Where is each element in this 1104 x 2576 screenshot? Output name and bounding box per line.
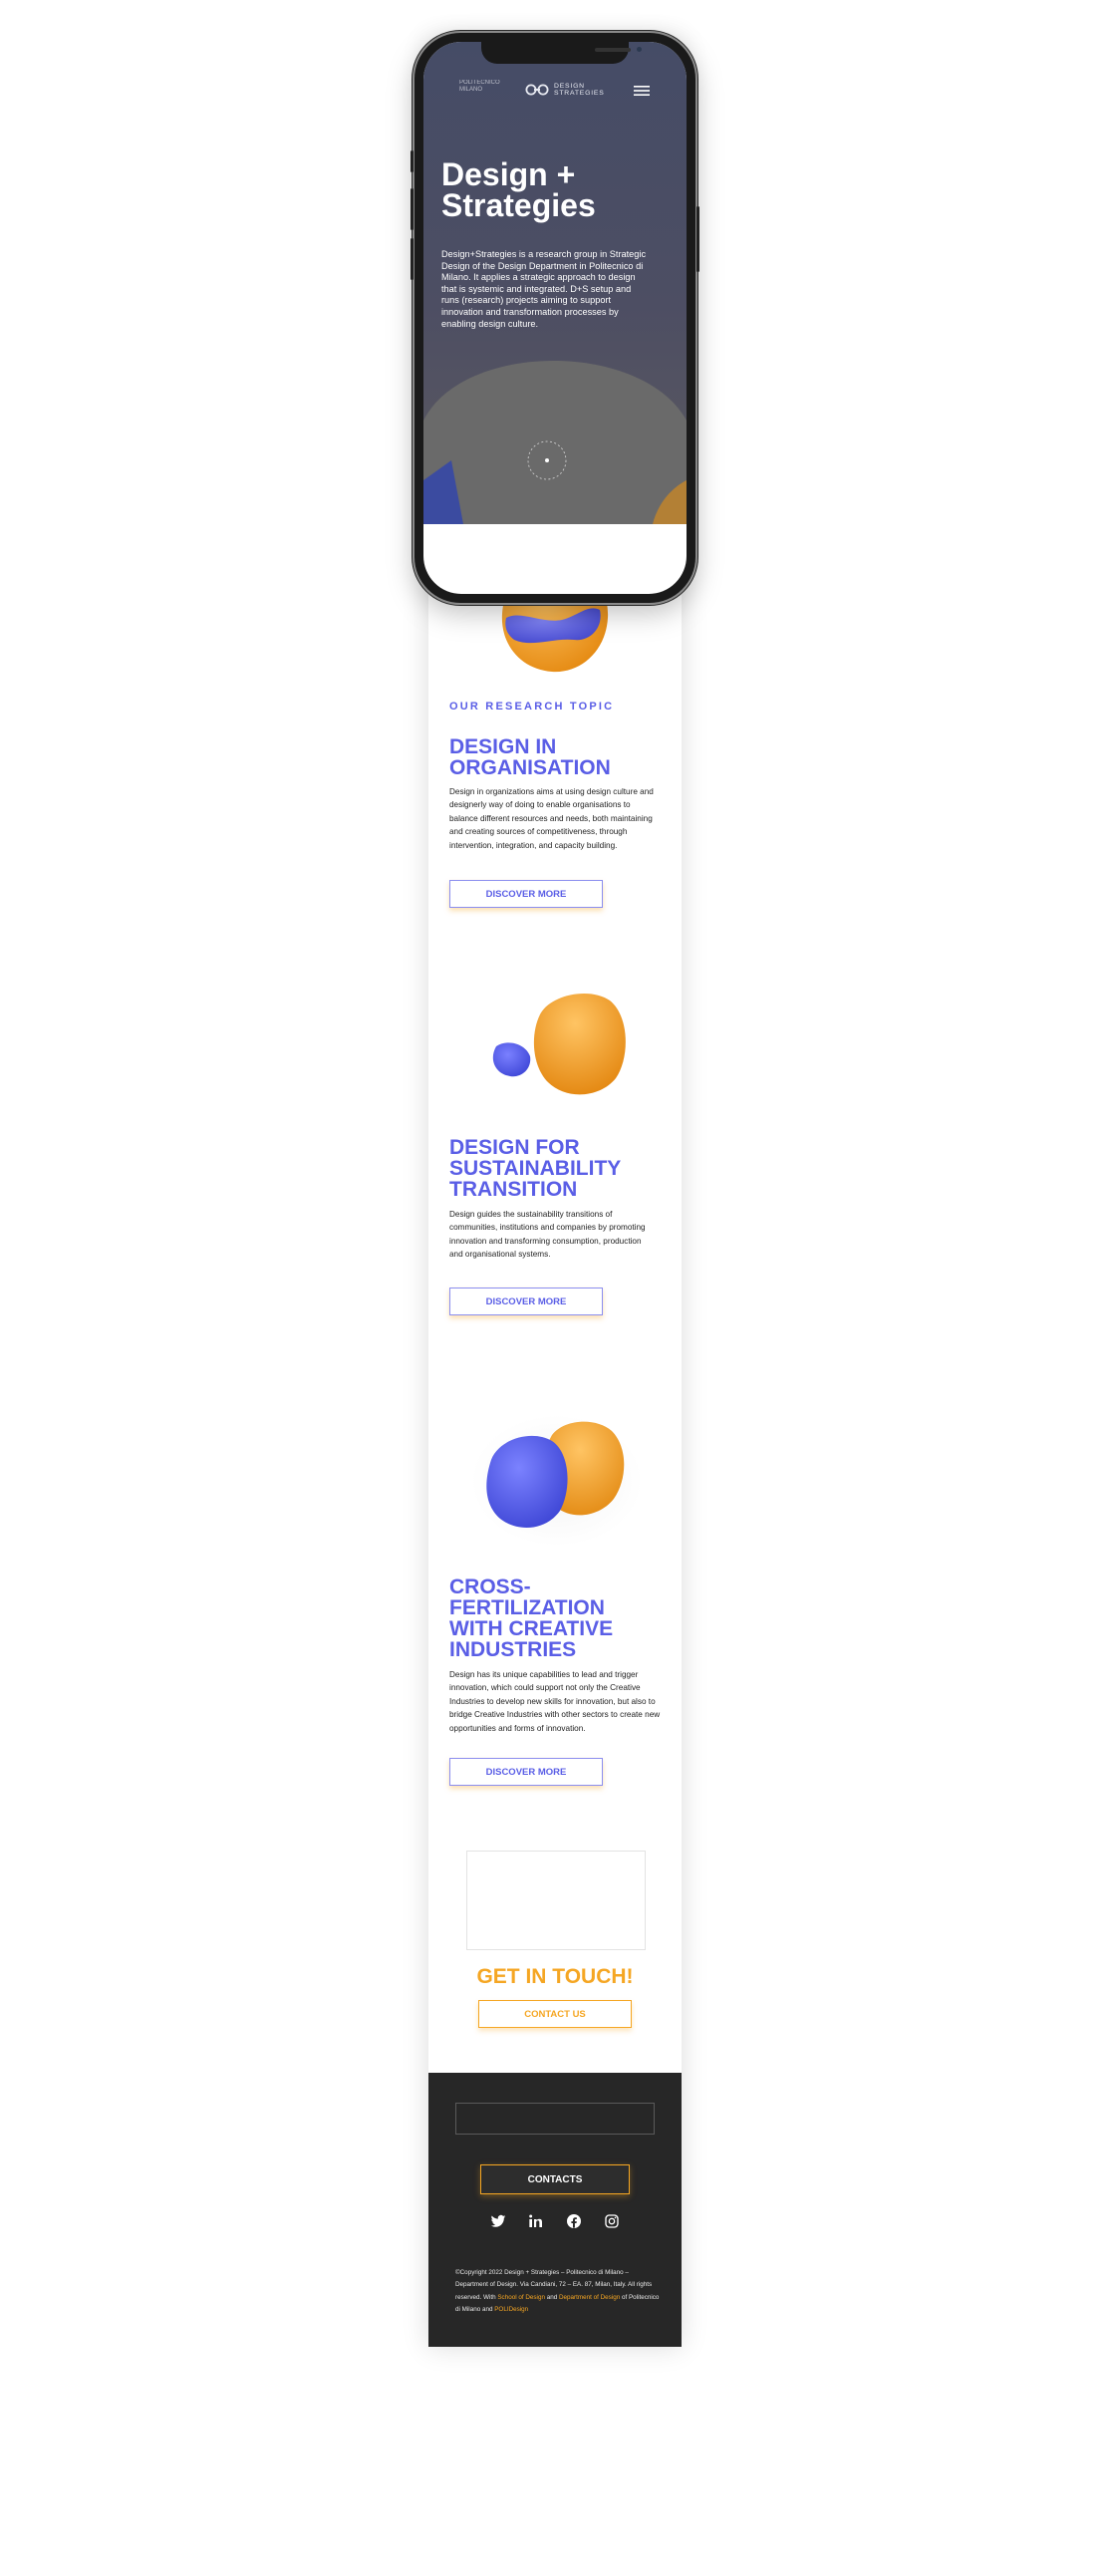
department-of-design-link[interactable]: Department of Design	[559, 2294, 620, 2301]
topic-3-discover-button[interactable]: DISCOVER MORE	[449, 1758, 603, 1786]
topic-3-title: CROSS-FERTILIZATION WITH CREATIVE INDUST…	[449, 1575, 614, 1661]
topic-3-illustration	[471, 1415, 643, 1547]
copyright-part-2: and	[544, 2293, 559, 2301]
topic-2-illustration	[492, 993, 626, 1095]
logo-text-strategies: STRATEGIES	[554, 90, 605, 97]
topic-3-text: Design has its unique capabilities to le…	[449, 1670, 661, 1733]
politecnico-logo[interactable]: POLITECNICO MILANO	[459, 80, 511, 106]
phone-volume-up	[411, 188, 414, 230]
topic-2-text: Design guides the sustainability transit…	[449, 1210, 646, 1260]
design-strategies-logo[interactable]: DESIGN STRATEGIES	[525, 80, 605, 100]
topic-1-title: DESIGN IN ORGANISATION	[449, 735, 611, 779]
research-kicker: OUR RESEARCH TOPIC	[449, 701, 615, 713]
phone-notch	[481, 42, 642, 64]
copyright-text: ©Copyright 2022 Design + Strategies – Po…	[455, 2267, 660, 2317]
phone-power-button	[696, 206, 699, 272]
hero-section: POLITECNICO MILANO DESIGN STRATEGIES Desi…	[423, 42, 687, 524]
map-placeholder	[466, 1851, 646, 1950]
topic-2-title: DESIGN FOR SUSTAINABILITY TRANSITION	[449, 1136, 621, 1201]
ds-logo-mark-icon	[525, 84, 549, 96]
social-links	[490, 2212, 620, 2230]
front-camera	[637, 47, 642, 52]
topic-2-discover-button[interactable]: DISCOVER MORE	[449, 1288, 603, 1315]
contact-us-button[interactable]: CONTACT US	[478, 2000, 632, 2028]
hamburger-icon[interactable]	[634, 86, 650, 96]
hero-title: Design + Strategies	[441, 156, 596, 223]
footer: CONTACTS ©Copyright 2022 Design + Strate…	[428, 2073, 682, 2347]
hero-description: Design+Strategies is a research group in…	[441, 249, 647, 329]
facebook-icon[interactable]	[566, 2213, 582, 2229]
footer-input-field[interactable]	[455, 2103, 655, 2135]
topic-1-text: Design in organizations aims at using de…	[449, 787, 654, 850]
polidesign-link[interactable]: POLIDesign	[494, 2306, 528, 2313]
logo-text-design: DESIGN	[554, 82, 585, 90]
linkedin-icon[interactable]	[528, 2213, 544, 2229]
school-of-design-link[interactable]: School of Design	[497, 2294, 545, 2301]
politecnico-logo-text: POLITECNICO MILANO	[459, 80, 500, 93]
topic-1-discover-button[interactable]: DISCOVER MORE	[449, 880, 603, 908]
phone-screen: POLITECNICO MILANO DESIGN STRATEGIES Desi…	[423, 42, 687, 594]
scroll-down-icon[interactable]	[523, 436, 571, 484]
phone-mockup: POLITECNICO MILANO DESIGN STRATEGIES Desi…	[411, 33, 699, 603]
twitter-icon[interactable]	[490, 2213, 506, 2229]
phone-side-button	[411, 150, 414, 172]
contacts-button[interactable]: CONTACTS	[480, 2164, 630, 2194]
phone-volume-down	[411, 238, 414, 280]
speaker-grille	[595, 48, 631, 52]
cta-title: GET IN TOUCH!	[476, 1965, 634, 1988]
instagram-icon[interactable]	[604, 2213, 620, 2229]
